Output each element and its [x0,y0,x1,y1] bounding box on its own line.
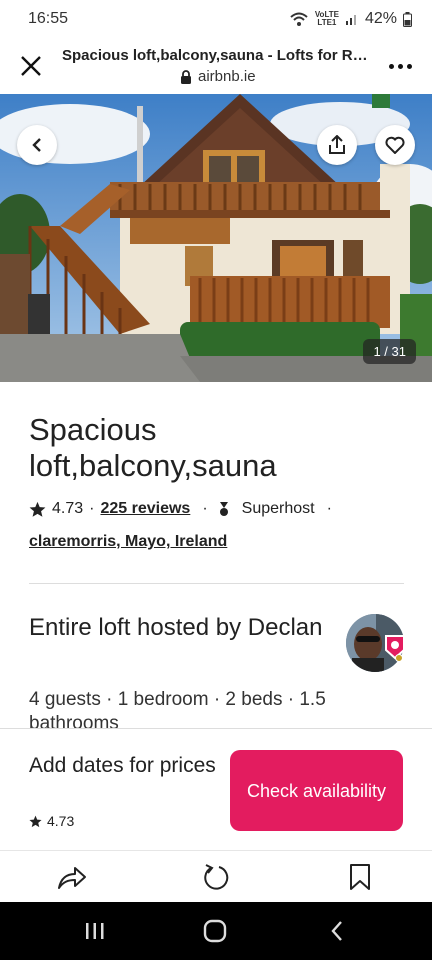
status-time: 16:55 [28,10,69,27]
more-dot [406,63,412,69]
lock-icon [181,69,191,84]
network-label: VoLTE LTE1 [314,10,339,27]
listing-photo[interactable]: 1 / 31 [0,94,432,382]
rating-value: 4.73 [52,500,84,517]
refresh-icon [204,864,229,890]
separator-dot: · [89,500,95,517]
superhost-label: Superhost [241,500,315,517]
listing-content: Spacious loft,balcony,sauna 4.73 · 225 r… [0,382,432,728]
location-link[interactable]: claremorris, Mayo, Ireland [29,533,227,551]
page-title: Spacious loft,balcony,sauna - Lofts for … [62,47,368,64]
share-icon [329,135,345,154]
more-dot [397,63,403,69]
back-arrow-icon [331,921,342,941]
bookmark-button[interactable] [344,861,376,893]
booking-bar: Add dates for prices 4.73 Check availabi… [0,728,432,850]
separator-dot: · [202,500,208,517]
share-page-button[interactable] [56,861,88,893]
host-title: Entire loft hosted by Declan [29,614,323,641]
status-icons: VoLTE LTE1 42% [289,10,412,28]
refresh-button[interactable] [200,861,232,893]
add-dates-link[interactable]: Add dates for prices [29,751,219,780]
superhost-icon [219,502,228,516]
save-heart-button[interactable] [375,125,415,165]
heart-icon [385,136,405,154]
signal-icon [345,15,356,25]
domain-text: airbnb.ie [198,68,256,85]
domain-row: airbnb.ie [62,68,368,85]
photo-counter: 1 / 31 [363,339,416,364]
close-button[interactable] [0,38,62,94]
check-availability-button[interactable]: Check availability [230,750,403,831]
status-bar: 16:55 VoLTE LTE1 42% [0,0,432,38]
system-nav-bar [0,902,432,960]
divider [29,583,404,584]
close-icon [21,56,41,76]
share-button[interactable] [317,125,357,165]
share-arrow-icon [58,867,86,889]
recent-apps-icon [86,923,104,939]
recent-apps-button[interactable] [80,916,110,946]
back-button[interactable] [17,125,57,165]
separator-dot: · [326,500,332,517]
listing-title: Spacious loft,balcony,sauna [29,412,277,483]
reviews-link[interactable]: 225 reviews [100,500,190,518]
listing-meta: 4.73 · 225 reviews · Superhost · [29,500,338,518]
superhost-badge-icon [385,635,405,662]
home-icon [203,919,227,943]
wifi-icon [290,12,308,26]
browser-toolbar [0,850,432,902]
url-block[interactable]: Spacious loft,balcony,sauna - Lofts for … [62,47,368,85]
booking-rating-value: 4.73 [47,813,75,829]
more-options-button[interactable] [368,38,432,94]
battery-percent: 42% [364,10,397,27]
system-back-button[interactable] [322,916,352,946]
star-icon [29,501,46,517]
listing-details: 4 guests · 1 bedroom · 2 beds · 1.5 bath… [29,689,326,728]
booking-rating: 4.73 [29,813,74,829]
browser-header: Spacious loft,balcony,sauna - Lofts for … [0,38,432,94]
home-button[interactable] [200,916,230,946]
bookmark-icon [350,864,370,890]
battery-icon [403,11,412,27]
chevron-left-icon [32,138,41,152]
more-vert-icon [388,63,394,69]
star-icon [29,815,42,827]
